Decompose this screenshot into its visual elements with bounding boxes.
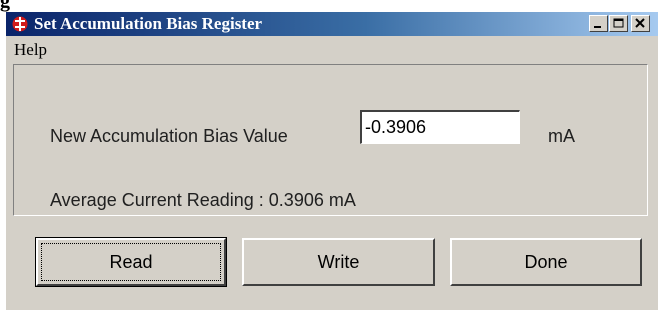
write-button-label: Write bbox=[317, 251, 360, 272]
maximize-icon[interactable] bbox=[609, 15, 628, 32]
minimize-icon[interactable] bbox=[589, 15, 608, 32]
average-current-reading: Average Current Reading : 0.3906 mA bbox=[50, 190, 356, 210]
read-button[interactable]: Read bbox=[35, 237, 227, 287]
write-button[interactable]: Write bbox=[242, 238, 435, 286]
bias-value-input[interactable] bbox=[360, 110, 520, 144]
window-title: Set Accumulation Bias Register bbox=[34, 14, 263, 33]
title-bar[interactable]: Set Accumulation Bias Register bbox=[6, 12, 658, 36]
menu-help[interactable]: Help bbox=[14, 40, 47, 60]
focus-ring bbox=[41, 243, 221, 281]
bias-unit-label: mA bbox=[548, 126, 575, 146]
done-button[interactable]: Done bbox=[450, 238, 642, 286]
top-strip: g bbox=[0, 0, 658, 12]
close-icon[interactable] bbox=[631, 15, 650, 32]
bias-value-label: New Accumulation Bias Value bbox=[50, 126, 288, 146]
menu-bar: Help bbox=[6, 36, 658, 62]
done-button-label: Done bbox=[524, 251, 568, 272]
bias-app-icon bbox=[12, 16, 28, 32]
